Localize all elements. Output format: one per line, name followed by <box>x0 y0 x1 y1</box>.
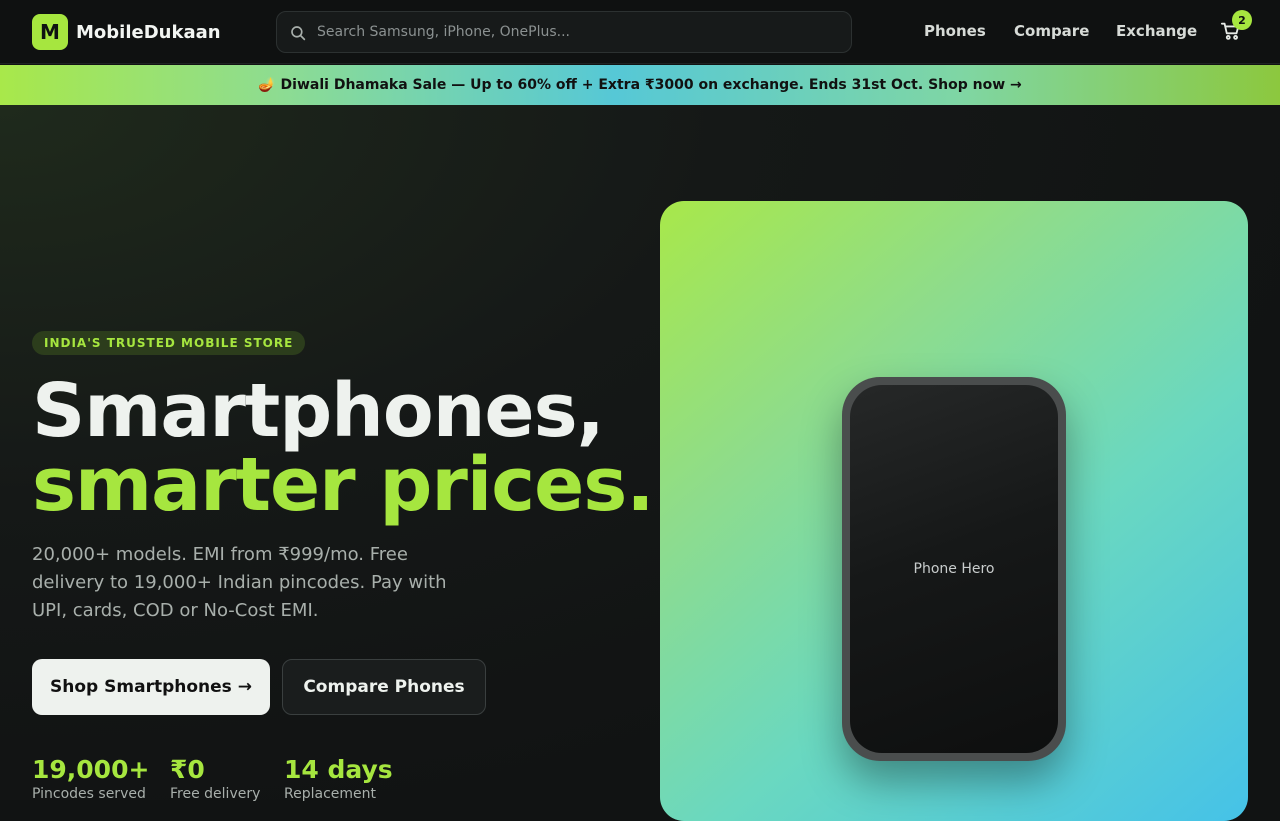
phone-mockup: Phone Hero <box>842 377 1066 761</box>
nav-compare[interactable]: Compare <box>1014 22 1089 40</box>
promo-banner[interactable]: 🪔 Diwali Dhamaka Sale — Up to 60% off + … <box>0 65 1280 105</box>
stat-delivery: ₹0 Free delivery <box>170 755 260 802</box>
stat-value: 14 days <box>284 755 393 784</box>
hero-section: INDIA'S TRUSTED MOBILE STORE Smartphones… <box>0 105 1280 821</box>
logo-badge: M <box>32 14 68 50</box>
compare-phones-button[interactable]: Compare Phones <box>282 659 486 715</box>
stat-value: 19,000+ <box>32 755 150 784</box>
logo[interactable]: M MobileDukaan <box>32 14 221 50</box>
stat-pincodes: 19,000+ Pincodes served <box>32 755 149 802</box>
hero-headline-line2: smarter prices. <box>32 442 654 528</box>
search-bar[interactable] <box>276 11 852 53</box>
stat-replacement: 14 days Replacement <box>284 755 393 802</box>
hero-description: 20,000+ models. EMI from ₹999/mo. Free d… <box>32 544 447 621</box>
search-input[interactable] <box>317 12 837 52</box>
logo-text: MobileDukaan <box>76 21 221 43</box>
phone-screen: Phone Hero <box>850 385 1058 753</box>
search-icon <box>291 26 306 41</box>
nav-phones[interactable]: Phones <box>924 22 986 40</box>
promo-banner-text[interactable]: 🪔 Diwali Dhamaka Sale — Up to 60% off + … <box>258 77 1022 93</box>
hero-visual-card: Phone Hero <box>660 201 1248 821</box>
cart-count-badge: 2 <box>1232 10 1252 30</box>
hero-tag: INDIA'S TRUSTED MOBILE STORE <box>32 331 306 355</box>
shop-smartphones-button[interactable]: Shop Smartphones → <box>32 659 270 715</box>
hero-headline-line1: Smartphones, <box>32 368 605 454</box>
phone-hero-placeholder: Phone Hero <box>913 561 995 577</box>
nav-exchange[interactable]: Exchange <box>1116 22 1197 40</box>
site-header: M MobileDukaan Phones Compare Exchange 2 <box>0 0 1280 64</box>
stat-value: ₹0 <box>170 755 205 784</box>
